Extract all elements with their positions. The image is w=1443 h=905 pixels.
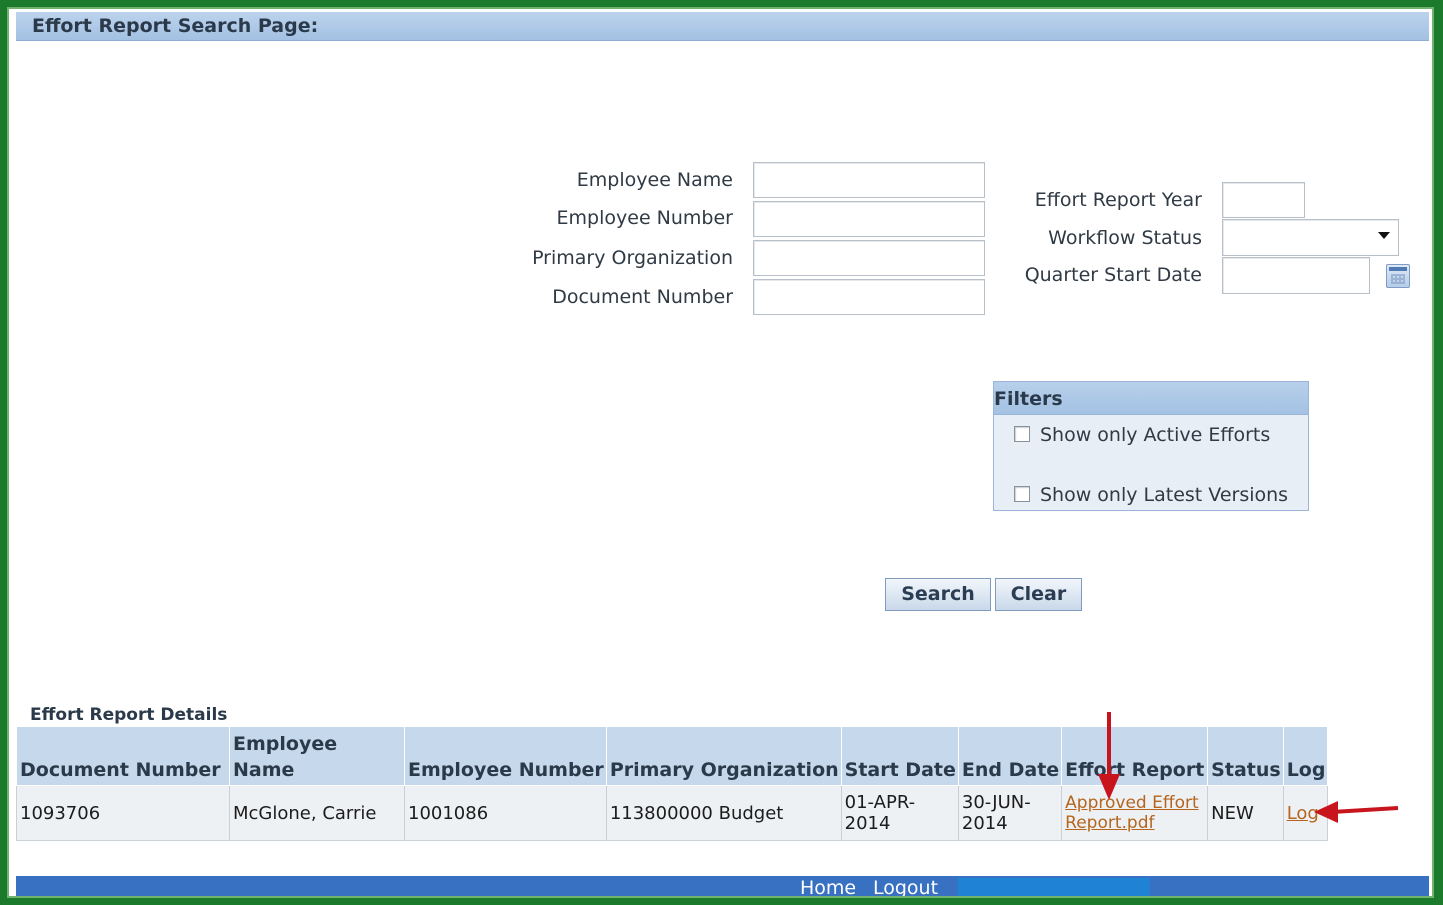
- table-row: 1093706 McGlone, Carrie 1001086 11380000…: [16, 785, 1329, 841]
- page-title: Effort Report Search Page:: [32, 15, 319, 37]
- employee-name-input[interactable]: [753, 162, 985, 198]
- cell-document-number: 1093706: [16, 785, 230, 841]
- cell-start-date-line2: 2014: [844, 813, 891, 834]
- footer-accent: [958, 878, 1150, 898]
- cell-end-date: 30-JUN- 2014: [957, 785, 1063, 841]
- active-efforts-filter[interactable]: Show only Active Efforts: [1014, 424, 1270, 446]
- page-header: Effort Report Search Page:: [16, 12, 1429, 41]
- col-employee-name-line1: Employee: [233, 733, 338, 755]
- col-employee-name-line2: Name: [233, 759, 295, 781]
- col-end-date: End Date: [957, 726, 1063, 786]
- workflow-status-select[interactable]: [1222, 219, 1399, 256]
- col-employee-number: Employee Number: [404, 726, 607, 786]
- cell-status: NEW: [1207, 785, 1284, 841]
- col-document-number: Document Number: [16, 726, 230, 786]
- effort-report-link-line1: Approved Effort: [1065, 793, 1199, 813]
- employee-number-input[interactable]: [753, 201, 985, 237]
- employee-number-label: Employee Number: [556, 207, 733, 229]
- filters-panel: Filters Show only Active Efforts Show on…: [993, 381, 1309, 511]
- search-button[interactable]: Search: [885, 578, 991, 611]
- log-link[interactable]: Log: [1287, 803, 1319, 824]
- results-section-title: Effort Report Details: [30, 705, 228, 725]
- cell-primary-organization: 113800000 Budget: [605, 785, 842, 841]
- calendar-icon[interactable]: [1386, 264, 1410, 288]
- active-efforts-label: Show only Active Efforts: [1040, 424, 1271, 446]
- chevron-down-icon: [1378, 232, 1390, 239]
- workflow-status-label: Workflow Status: [1048, 227, 1202, 249]
- clear-button[interactable]: Clear: [995, 578, 1082, 611]
- home-link[interactable]: Home: [800, 877, 856, 899]
- col-employee-name: Employee Name: [229, 726, 405, 786]
- primary-organization-input[interactable]: [753, 240, 985, 276]
- quarter-start-date-input[interactable]: [1222, 257, 1370, 294]
- effort-report-year-input[interactable]: [1222, 182, 1305, 218]
- cell-employee-name: McGlone, Carrie: [229, 785, 405, 841]
- employee-name-label: Employee Name: [576, 169, 733, 191]
- footer-bar: Home Logout: [16, 876, 1429, 900]
- cell-log: Log: [1282, 785, 1329, 841]
- latest-versions-filter[interactable]: Show only Latest Versions: [1014, 484, 1288, 506]
- active-efforts-checkbox[interactable]: [1014, 426, 1030, 442]
- primary-organization-label: Primary Organization: [532, 247, 733, 269]
- cell-employee-number: 1001086: [404, 785, 607, 841]
- col-primary-organization: Primary Organization: [605, 726, 842, 786]
- quarter-start-date-label: Quarter Start Date: [1024, 264, 1202, 286]
- results-table: Document Number Employee Name Employee Nu…: [16, 726, 1329, 841]
- filters-title: Filters: [994, 382, 1308, 415]
- effort-report-year-label: Effort Report Year: [1034, 189, 1202, 211]
- table-header-row: Document Number Employee Name Employee Nu…: [16, 726, 1329, 786]
- cell-start-date: 01-APR- 2014: [840, 785, 959, 841]
- col-start-date: Start Date: [840, 726, 959, 786]
- document-number-input[interactable]: [753, 279, 985, 315]
- effort-report-link[interactable]: Approved Effort Report.pdf: [1065, 793, 1198, 833]
- cell-end-date-line2: 2014: [961, 813, 1008, 834]
- col-effort-report: Effort Report: [1061, 726, 1209, 786]
- latest-versions-label: Show only Latest Versions: [1040, 484, 1289, 506]
- cell-effort-report: Approved Effort Report.pdf: [1061, 785, 1209, 841]
- logout-link[interactable]: Logout: [873, 877, 938, 899]
- document-number-label: Document Number: [552, 286, 733, 308]
- col-log: Log: [1282, 726, 1329, 786]
- effort-report-link-line2: Report.pdf: [1065, 813, 1155, 833]
- cell-end-date-line1: 30-JUN-: [961, 792, 1031, 813]
- cell-start-date-line1: 01-APR-: [844, 792, 916, 813]
- col-status: Status: [1207, 726, 1284, 786]
- latest-versions-checkbox[interactable]: [1014, 486, 1030, 502]
